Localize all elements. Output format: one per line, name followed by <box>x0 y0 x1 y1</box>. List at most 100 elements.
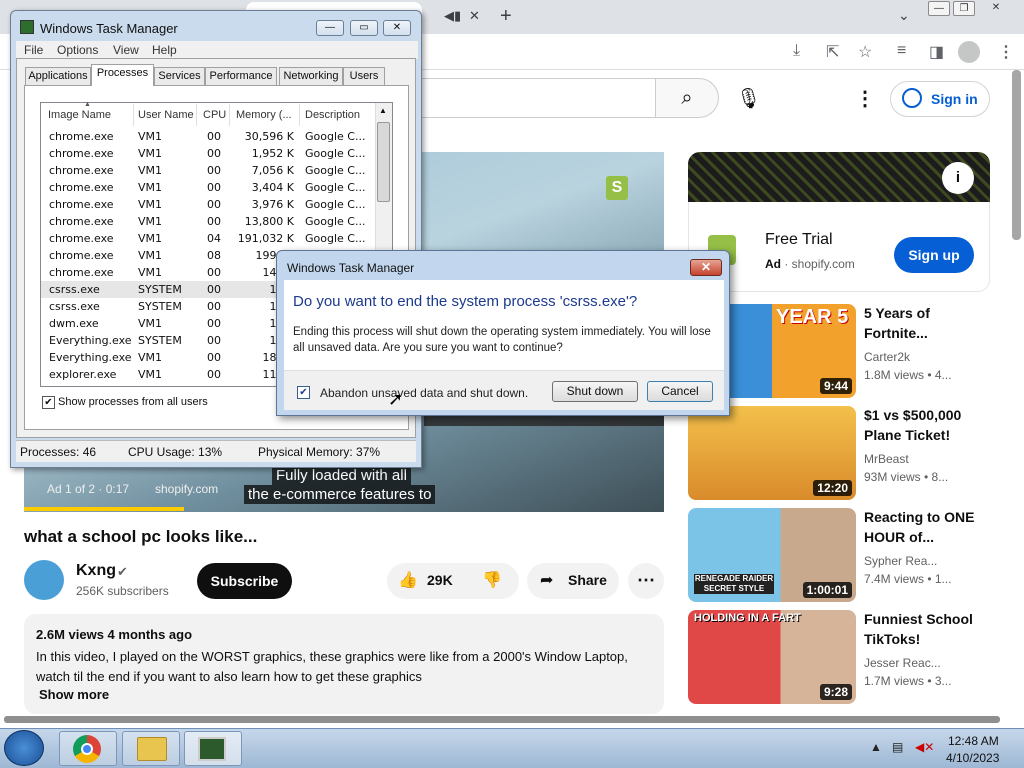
rec-title[interactable]: $1 vs $500,000 Plane Ticket! <box>864 405 989 445</box>
process-row[interactable]: chrome.exe VM1 00 1,952 K Google C... <box>41 145 376 162</box>
chrome-menu-icon[interactable]: ⋮ <box>998 42 1014 62</box>
channel-avatar[interactable] <box>24 560 64 600</box>
tab-users[interactable]: Users <box>343 67 385 85</box>
menu-file[interactable]: File <box>24 43 43 57</box>
media-control-icon[interactable]: ≡ <box>897 42 906 60</box>
menu-help[interactable]: Help <box>152 43 177 57</box>
cell-user: VM1 <box>138 317 163 330</box>
col-memory[interactable]: Memory (... <box>236 109 292 121</box>
tab-performance[interactable]: Performance <box>205 67 277 85</box>
rec-channel[interactable]: MrBeast <box>864 452 909 466</box>
tab-applications[interactable]: Applications <box>25 67 91 85</box>
rec-title[interactable]: 5 Years of Fortnite... <box>864 303 989 343</box>
bookmark-star-icon[interactable]: ☆ <box>858 42 872 62</box>
minimize-button[interactable]: — <box>316 20 344 36</box>
rec-title[interactable]: Reacting to ONE HOUR of... <box>864 507 989 547</box>
share-label[interactable]: Share <box>568 572 607 588</box>
process-row[interactable]: chrome.exe VM1 00 3,976 K Google C... <box>41 196 376 213</box>
duration-badge: 9:28 <box>819 684 852 700</box>
clock-date[interactable]: 4/10/2023 <box>946 751 999 765</box>
tab-close-icon[interactable]: ✕ <box>469 8 480 24</box>
ad-signup-button[interactable]: Sign up <box>894 237 974 273</box>
abandon-data-label[interactable]: Abandon unsaved data and shut down. <box>320 386 528 400</box>
clock-time[interactable]: 12:48 AM <box>948 734 999 748</box>
restore-button[interactable]: ❐ <box>953 1 975 16</box>
page-scrollbar[interactable] <box>1012 70 1021 240</box>
ad-source-link[interactable]: shopify.com <box>155 482 218 496</box>
dialog-close-button[interactable]: ✕ <box>690 259 722 276</box>
close-button[interactable]: ✕ <box>383 20 411 36</box>
dialog-message: Ending this process will shut down the o… <box>293 326 711 354</box>
cell-user: SYSTEM <box>138 334 182 347</box>
profile-avatar[interactable] <box>958 41 980 63</box>
install-icon[interactable]: ⤓ <box>793 42 800 60</box>
more-actions-button[interactable]: ⋯ <box>628 563 664 599</box>
show-more-button[interactable]: Show more <box>39 687 109 702</box>
cell-image: chrome.exe <box>49 232 114 245</box>
tab-audio-icon[interactable]: ◀▮ <box>444 8 461 24</box>
process-row[interactable]: chrome.exe VM1 00 30,596 K Google C... <box>41 128 376 145</box>
menu-view[interactable]: View <box>113 43 139 57</box>
side-panel-icon[interactable]: ◨ <box>929 42 944 62</box>
like-count[interactable]: 29K <box>427 572 453 588</box>
tab-processes[interactable]: Processes <box>91 64 154 86</box>
cancel-button[interactable]: Cancel <box>647 381 713 402</box>
dislike-icon[interactable]: 👎 <box>482 570 502 590</box>
cell-user: VM1 <box>138 147 163 160</box>
folder-icon <box>137 737 167 761</box>
share-page-icon[interactable]: ⇱ <box>826 42 839 62</box>
minimize-button[interactable]: — <box>928 1 950 16</box>
process-row[interactable]: chrome.exe VM1 00 7,056 K Google C... <box>41 162 376 179</box>
process-row[interactable]: chrome.exe VM1 00 3,404 K Google C... <box>41 179 376 196</box>
col-user-name[interactable]: User Name <box>138 109 194 121</box>
rec-thumbnail[interactable]: HOLDING IN A FART 9:28 <box>688 610 856 704</box>
rec-thumbnail[interactable]: 12:20 <box>688 406 856 500</box>
header-separator <box>229 104 230 126</box>
cell-image: Everything.exe <box>49 351 132 364</box>
info-icon[interactable]: i <box>942 162 974 194</box>
process-row[interactable]: chrome.exe VM1 04 191,032 K Google C... <box>41 230 376 247</box>
microphone-icon[interactable]: 🎙 <box>736 86 761 111</box>
subscribe-button[interactable]: Subscribe <box>197 563 292 599</box>
rec-channel[interactable]: Sypher Rea... <box>864 554 937 568</box>
col-image-name[interactable]: Image Name <box>48 109 111 121</box>
tab-networking[interactable]: Networking <box>279 67 343 85</box>
chrome-icon-center <box>81 743 93 755</box>
cell-image: chrome.exe <box>49 215 114 228</box>
cell-cpu: 00 <box>207 198 221 211</box>
channel-name[interactable]: Kxng <box>76 562 116 580</box>
search-button[interactable]: ⌕ <box>655 78 719 118</box>
col-cpu[interactable]: CPU <box>203 109 226 121</box>
rec-title[interactable]: Funniest School TikToks! <box>864 609 989 649</box>
show-hidden-icons[interactable]: ▲ <box>870 740 882 754</box>
scroll-up-icon[interactable]: ▲ <box>379 106 387 115</box>
tab-services[interactable]: Services <box>154 67 205 85</box>
thumb-text: HOLDING IN A FART <box>694 612 801 624</box>
scrollbar-thumb[interactable] <box>377 122 390 202</box>
cell-user: VM1 <box>138 232 163 245</box>
search-input[interactable] <box>420 78 656 118</box>
status-processes: Processes: 46 <box>20 445 97 459</box>
header-separator <box>133 104 134 126</box>
abandon-data-checkbox[interactable]: ✔ <box>297 386 310 399</box>
new-tab-button[interactable]: + <box>500 5 512 28</box>
rec-channel[interactable]: Carter2k <box>864 350 910 364</box>
start-button[interactable] <box>4 730 44 766</box>
horizontal-scrollbar[interactable] <box>4 716 1000 723</box>
cell-cpu: 00 <box>207 283 221 296</box>
like-icon[interactable]: 👍 <box>398 570 418 590</box>
rec-channel[interactable]: Jesser Reac... <box>864 656 941 670</box>
show-all-checkbox[interactable]: ✔ <box>42 396 55 409</box>
close-button[interactable]: ✕ <box>985 1 1007 16</box>
network-icon[interactable]: ▤ <box>892 740 903 754</box>
video-title: what a school pc looks like... <box>24 527 258 546</box>
rec-thumbnail[interactable]: RENEGADE RAIDER SECRET STYLE 1:00:01 <box>688 508 856 602</box>
col-description[interactable]: Description <box>305 109 360 121</box>
shutdown-button[interactable]: Shut down <box>552 381 638 402</box>
menu-options[interactable]: Options <box>57 43 98 57</box>
volume-muted-icon[interactable]: ◀✕ <box>915 740 934 754</box>
process-row[interactable]: chrome.exe VM1 00 13,800 K Google C... <box>41 213 376 230</box>
tab-search-icon[interactable]: ⌄ <box>898 7 910 24</box>
settings-menu-icon[interactable]: ⋮ <box>855 86 875 111</box>
maximize-button[interactable]: ▭ <box>350 20 378 36</box>
